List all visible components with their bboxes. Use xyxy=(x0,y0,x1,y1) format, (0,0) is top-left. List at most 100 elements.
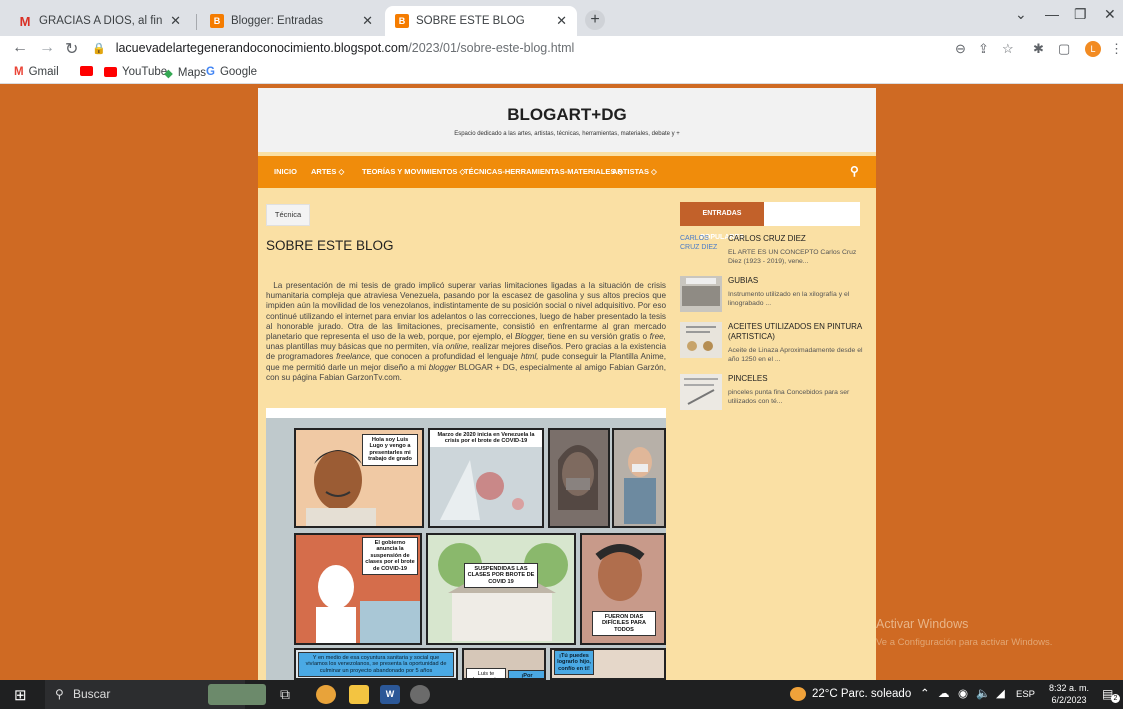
comic-image: Hola soy Luis Lugo y vengo a presentarle… xyxy=(266,408,666,680)
search-highlight-image xyxy=(208,684,266,705)
bookmark-star-icon[interactable]: ☆ xyxy=(1002,41,1014,57)
bookmark-gmail[interactable]: M Gmail xyxy=(14,66,59,78)
url-host: lacuevadelartegenerandoconocimiento.blog… xyxy=(115,41,409,55)
file-explorer-icon[interactable] xyxy=(349,685,369,704)
tray-chevron-icon[interactable]: ⌃ xyxy=(920,680,930,709)
comic-bubble: ¡Tú puedes lograrlo hijo, confío en ti! xyxy=(554,650,594,676)
close-icon[interactable]: ✕ xyxy=(170,13,181,29)
popular-post-title[interactable]: GUBIAS xyxy=(728,276,865,286)
volume-icon[interactable]: 🔈 xyxy=(976,680,990,709)
maps-icon: ◆ xyxy=(164,68,173,80)
search-label: Buscar xyxy=(73,687,111,701)
close-icon[interactable]: ✕ xyxy=(556,13,567,29)
youtube-icon xyxy=(80,66,93,76)
security-icon[interactable]: ◉ xyxy=(958,680,968,709)
nav-item-inicio[interactable]: INICIO xyxy=(274,167,297,176)
post-title: SOBRE ESTE BLOG xyxy=(266,238,394,253)
weather-text[interactable]: 22°C Parc. soleado xyxy=(812,680,911,709)
windows-start-icon[interactable]: ⊞ xyxy=(14,686,27,704)
task-view-icon[interactable]: ⧉ xyxy=(280,686,290,703)
restore-button[interactable]: ❐ xyxy=(1074,6,1087,23)
bookmark-label: Google xyxy=(219,66,258,78)
popular-post-title[interactable]: PINCELES xyxy=(728,374,865,384)
comic-bubble: Luis te levamento terminar tu trabajo xyxy=(466,668,506,678)
word-icon[interactable]: W xyxy=(380,685,400,704)
popular-post-title[interactable]: CARLOS CRUZ DIEZ xyxy=(728,234,865,244)
tab-search-icon[interactable]: ⌄ xyxy=(1015,6,1027,23)
bookmark-google[interactable]: G Google xyxy=(206,66,257,78)
search-icon[interactable]: ⚲ xyxy=(850,164,859,178)
zoom-icon[interactable]: ⊖ xyxy=(955,41,966,57)
close-icon[interactable]: ✕ xyxy=(362,13,373,29)
popular-post-item[interactable]: ACEITES UTILIZADOS EN PINTURA (ARTISTICA… xyxy=(680,322,865,370)
gmail-icon: M xyxy=(19,13,31,29)
lock-icon: 🔒 xyxy=(92,42,106,55)
blog-page: BLOGART+DG Espacio dedicado a las artes,… xyxy=(258,88,876,680)
tab-blogger-entradas[interactable]: B Blogger: Entradas ✕ xyxy=(200,6,383,36)
comic-bubble: ¡Por supuesto xyxy=(508,670,544,678)
popular-post-title[interactable]: ACEITES UTILIZADOS EN PINTURA (ARTISTICA… xyxy=(728,322,865,342)
comic-bubble: Y en medio de esa coyuntura sanitaria y … xyxy=(298,652,454,678)
bookmark-youtube-icon-only[interactable] xyxy=(80,66,98,76)
tab-strip: M GRACIAS A DIOS, al fin TDG LEL ✕ B Blo… xyxy=(0,0,1123,36)
popular-post-item[interactable]: CARLOS CRUZ DIEZ CARLOS CRUZ DIEZ EL ART… xyxy=(680,234,865,274)
reload-icon[interactable]: ↻ xyxy=(65,39,78,59)
notification-badge: 2 xyxy=(1111,694,1120,703)
comic-panel-mask xyxy=(548,428,610,528)
clock[interactable]: 8:32 a. m. 6/2/2023 xyxy=(1042,682,1096,706)
bookmark-label: YouTube xyxy=(122,66,168,78)
profile-avatar[interactable]: L xyxy=(1085,41,1101,57)
blogger-icon: B xyxy=(395,14,409,28)
share-icon[interactable]: ⇪ xyxy=(978,41,989,57)
nav-item-artes[interactable]: ARTES ◇ xyxy=(311,167,344,176)
bookmark-label: Maps xyxy=(177,67,206,79)
blog-nav: INICIO ARTES ◇ TEORÍAS Y MOVIMIENTOS ◇ T… xyxy=(258,156,876,188)
comic-bubble: Hola soy Luis Lugo y vengo a presentarle… xyxy=(362,434,418,466)
nav-item-teorias[interactable]: TEORÍAS Y MOVIMIENTOS ◇ xyxy=(362,167,465,176)
comic-panel-covid: Marzo de 2020 inicia en Venezuela la cri… xyxy=(428,428,544,528)
clock-time: 8:32 a. m. xyxy=(1048,683,1090,693)
comic-bubble: Marzo de 2020 inicia en Venezuela la cri… xyxy=(430,430,542,447)
popular-post-item[interactable]: GUBIAS Instrumento utilizado en la xilog… xyxy=(680,276,865,316)
network-icon[interactable]: ◢ xyxy=(996,680,1005,709)
comic-bubble: FUERON DIAS DIFÍCILES PARA TODOS xyxy=(592,611,656,637)
tab-sobre-este-blog[interactable]: B SOBRE ESTE BLOG ✕ xyxy=(385,6,577,36)
tab-title: Blogger: Entradas xyxy=(231,15,324,27)
bookmark-youtube[interactable]: YouTube xyxy=(104,66,167,78)
new-tab-button[interactable]: + xyxy=(585,10,605,30)
menu-icon[interactable]: ⋮ xyxy=(1110,41,1123,57)
post-tag[interactable]: Técnica xyxy=(266,204,310,226)
window-close-button[interactable]: ✕ xyxy=(1104,6,1116,23)
extensions-icon[interactable]: ✱ xyxy=(1033,41,1044,57)
activation-watermark-title: Activar Windows xyxy=(876,617,969,631)
popular-post-item[interactable]: PINCELES pinceles punta fina Concebidos … xyxy=(680,374,865,414)
bookmarks-bar: M Gmail YouTube ◆ Maps G Google xyxy=(0,62,1123,84)
bookmark-maps[interactable]: ◆ Maps xyxy=(164,66,206,80)
tab-gracias[interactable]: M GRACIAS A DIOS, al fin TDG LEL ✕ xyxy=(8,6,191,36)
broken-image-icon[interactable]: CARLOS CRUZ DIEZ xyxy=(680,234,722,270)
minimize-button[interactable]: — xyxy=(1045,6,1059,22)
forward-icon[interactable]: → xyxy=(39,39,55,57)
address-bar[interactable]: 🔒 lacuevadelartegenerandoconocimiento.bl… xyxy=(92,37,1092,59)
onedrive-icon[interactable]: ☁ xyxy=(938,680,950,709)
side-panel-icon[interactable]: ▢ xyxy=(1058,41,1070,57)
post-body: La presentación de mi tesis de grado imp… xyxy=(266,281,666,382)
blog-title[interactable]: BLOGART+DG xyxy=(258,105,876,125)
popular-posts-heading: ENTRADAS POPULARES xyxy=(680,202,860,241)
taskbar: ⊞ ⚲ Buscar ⧉ W 22°C Parc. soleado ⌃ ☁ ◉ … xyxy=(0,680,1123,709)
comic-panel-sad: FUERON DIAS DIFÍCILES PARA TODOS xyxy=(580,533,666,645)
nav-item-tecnicas[interactable]: TÉCNICAS-HERRAMIENTAS-MATERIALES ◇ xyxy=(464,167,623,176)
weather-icon[interactable] xyxy=(790,687,806,701)
paint-icon[interactable] xyxy=(410,685,430,704)
popular-post-desc: pinceles punta fina Concebidos para ser … xyxy=(728,389,850,405)
nav-item-artistas[interactable]: ARTISTAS ◇ xyxy=(612,167,657,176)
post-thumbnail[interactable] xyxy=(680,322,722,358)
gmail-icon: M xyxy=(14,66,24,78)
chrome-icon[interactable] xyxy=(316,685,336,704)
post-thumbnail[interactable] xyxy=(680,276,722,312)
post-thumbnail[interactable] xyxy=(680,374,722,410)
language-indicator[interactable]: ESP xyxy=(1016,680,1035,709)
comic-bubble: SUSPENDIDAS LAS CLASES POR BROTE DE COVI… xyxy=(464,563,538,589)
blog-header: BLOGART+DG Espacio dedicado a las artes,… xyxy=(258,88,876,152)
back-icon[interactable]: ← xyxy=(12,39,28,57)
